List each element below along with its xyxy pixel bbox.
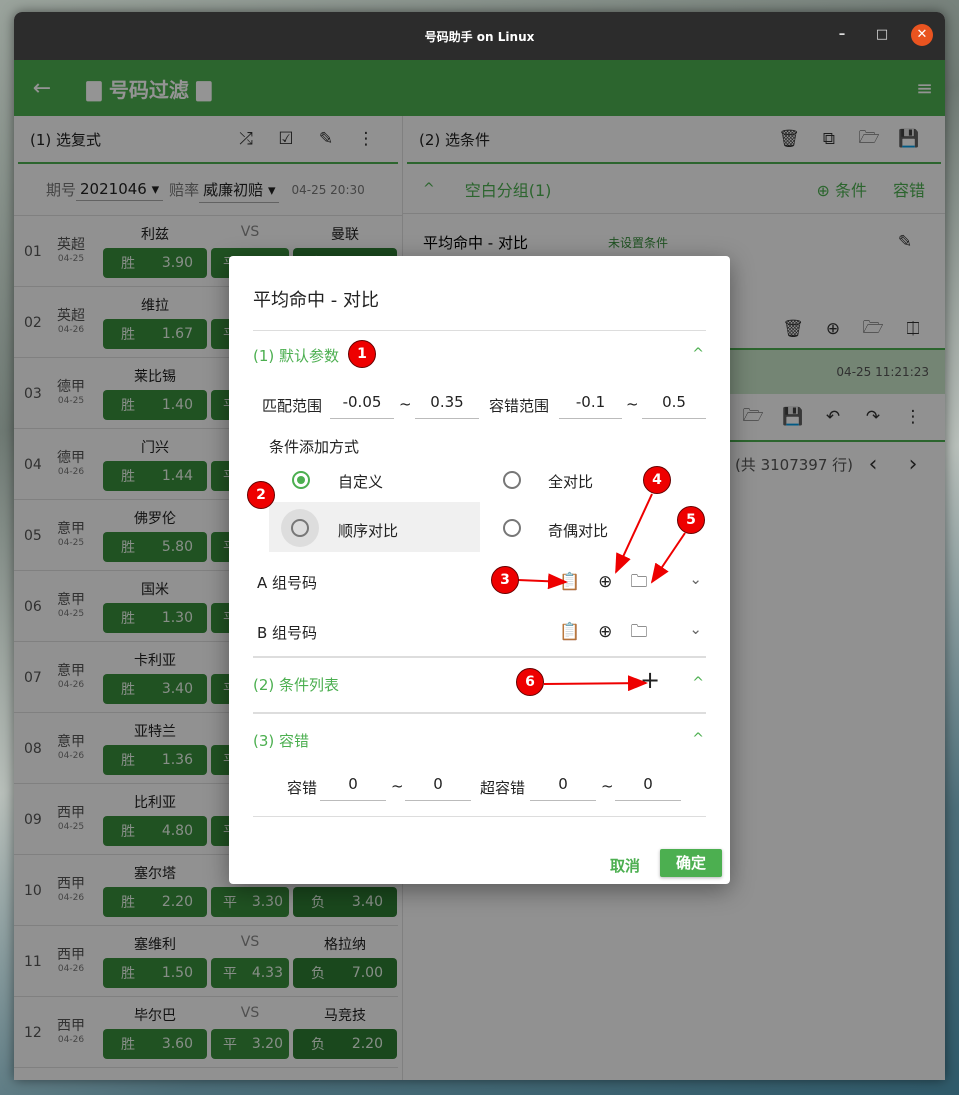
annotation-4: 4	[643, 466, 671, 494]
annotation-6: 6	[516, 668, 544, 696]
annotation-2: 2	[247, 481, 275, 509]
arrow-4	[615, 493, 653, 574]
arrow-6	[543, 675, 648, 692]
arrow-3	[517, 573, 568, 590]
annotation-3: 3	[491, 566, 519, 594]
annotation-5: 5	[677, 506, 705, 534]
annotation-1: 1	[348, 340, 376, 368]
annotation-arrows	[517, 493, 686, 692]
arrow-5	[650, 532, 686, 584]
